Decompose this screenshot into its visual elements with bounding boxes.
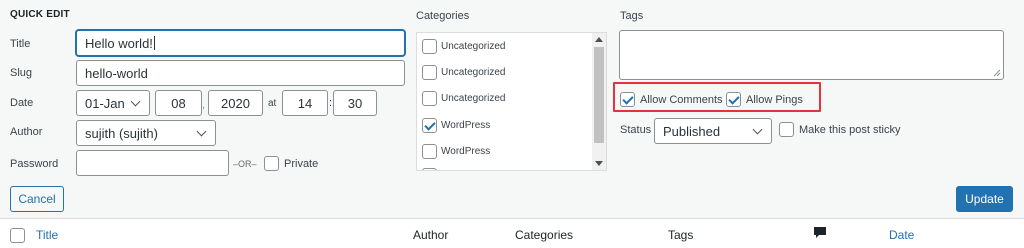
category-checkbox[interactable]	[422, 65, 437, 80]
tags-textarea[interactable]	[619, 30, 1004, 80]
text-cursor	[153, 36, 155, 50]
categories-list[interactable]: Uncategorized Uncategorized Uncategorize…	[416, 32, 607, 171]
status-value: Published	[663, 123, 721, 139]
minute-value: 30	[347, 95, 363, 111]
quick-edit-heading: QUICK EDIT	[10, 9, 70, 20]
hour-input[interactable]: 14	[282, 90, 328, 116]
column-header-date[interactable]: Date	[889, 228, 914, 242]
month-value: 01-Jan	[85, 95, 125, 111]
password-label: Password	[10, 158, 59, 170]
chevron-down-icon	[130, 96, 141, 106]
category-checkbox[interactable]	[422, 91, 437, 106]
status-select[interactable]: Published	[654, 118, 772, 144]
column-header-author: Author	[413, 228, 449, 242]
allow-comments-row[interactable]: Allow Comments	[620, 92, 723, 107]
private-checkbox[interactable]	[264, 156, 279, 171]
chevron-down-icon	[196, 126, 207, 136]
title-input[interactable]: Hello world!	[76, 30, 405, 56]
chevron-down-icon	[752, 124, 763, 134]
author-value: sujith (sujith)	[85, 125, 158, 141]
category-checkbox[interactable]	[422, 118, 437, 133]
category-item-partial[interactable]	[422, 168, 437, 170]
categories-scrollbar[interactable]	[592, 33, 606, 170]
day-value: 08	[171, 95, 186, 111]
private-checkbox-row[interactable]: Private	[264, 156, 318, 171]
sticky-label: Make this post sticky	[799, 123, 901, 136]
category-checkbox[interactable]	[422, 144, 437, 159]
column-header-title[interactable]: Title	[36, 228, 58, 242]
allow-pings-label: Allow Pings	[746, 93, 803, 106]
sticky-checkbox[interactable]	[779, 122, 794, 137]
category-item[interactable]: WordPress	[422, 118, 490, 133]
category-label: Uncategorized	[441, 93, 506, 104]
allow-pings-row[interactable]: Allow Pings	[726, 92, 803, 107]
sticky-row[interactable]: Make this post sticky	[779, 122, 900, 137]
password-input[interactable]	[76, 150, 229, 176]
title-label: Title	[10, 38, 31, 50]
category-label: Uncategorized	[441, 67, 506, 78]
author-select[interactable]: sujith (sujith)	[76, 120, 216, 146]
author-label: Author	[10, 126, 43, 138]
month-select[interactable]: 01-Jan	[76, 90, 150, 116]
category-label: WordPress	[441, 146, 491, 157]
column-header-tags: Tags	[668, 228, 694, 242]
cancel-button[interactable]: Cancel	[10, 186, 64, 212]
status-label: Status	[620, 124, 652, 136]
category-item[interactable]: Uncategorized	[422, 39, 505, 54]
category-checkbox[interactable]	[422, 168, 437, 170]
column-header-categories: Categories	[515, 228, 574, 242]
scroll-up-icon[interactable]	[595, 37, 603, 42]
scrollbar-thumb[interactable]	[594, 47, 604, 143]
category-item[interactable]: Uncategorized	[422, 91, 505, 106]
quick-edit-panel: QUICK EDIT Title Hello world! Slug hello…	[0, 0, 1024, 219]
allow-comments-label: Allow Comments	[640, 93, 723, 106]
category-label: WordPress	[441, 120, 491, 131]
at-label: at	[268, 98, 277, 109]
category-item[interactable]: WordPress	[422, 144, 490, 159]
tags-heading: Tags	[620, 10, 644, 22]
scroll-down-icon[interactable]	[595, 161, 603, 166]
select-all-checkbox[interactable]	[10, 228, 25, 243]
update-button[interactable]: Update	[956, 186, 1013, 212]
comment-bubble-icon[interactable]	[813, 226, 827, 240]
resize-handle-icon[interactable]	[993, 69, 1001, 77]
title-input-value: Hello world!	[85, 35, 153, 51]
slug-label: Slug	[10, 67, 33, 79]
or-separator: –OR–	[233, 159, 257, 169]
hour-value: 14	[297, 95, 313, 111]
private-label: Private	[284, 157, 319, 170]
slug-input[interactable]: hello-world	[76, 60, 405, 86]
categories-heading: Categories	[416, 10, 470, 22]
time-separator: :	[329, 97, 333, 109]
date-separator: ,	[202, 99, 206, 111]
year-input[interactable]: 2020	[208, 90, 263, 116]
minute-input[interactable]: 30	[333, 90, 377, 116]
year-value: 2020	[221, 95, 250, 111]
slug-input-value: hello-world	[85, 65, 148, 81]
date-label: Date	[10, 97, 34, 109]
category-item[interactable]: Uncategorized	[422, 65, 505, 80]
category-checkbox[interactable]	[422, 39, 437, 54]
allow-comments-checkbox[interactable]	[620, 92, 635, 107]
category-label: Uncategorized	[441, 41, 506, 52]
day-input[interactable]: 08	[155, 90, 202, 116]
allow-pings-checkbox[interactable]	[726, 92, 741, 107]
